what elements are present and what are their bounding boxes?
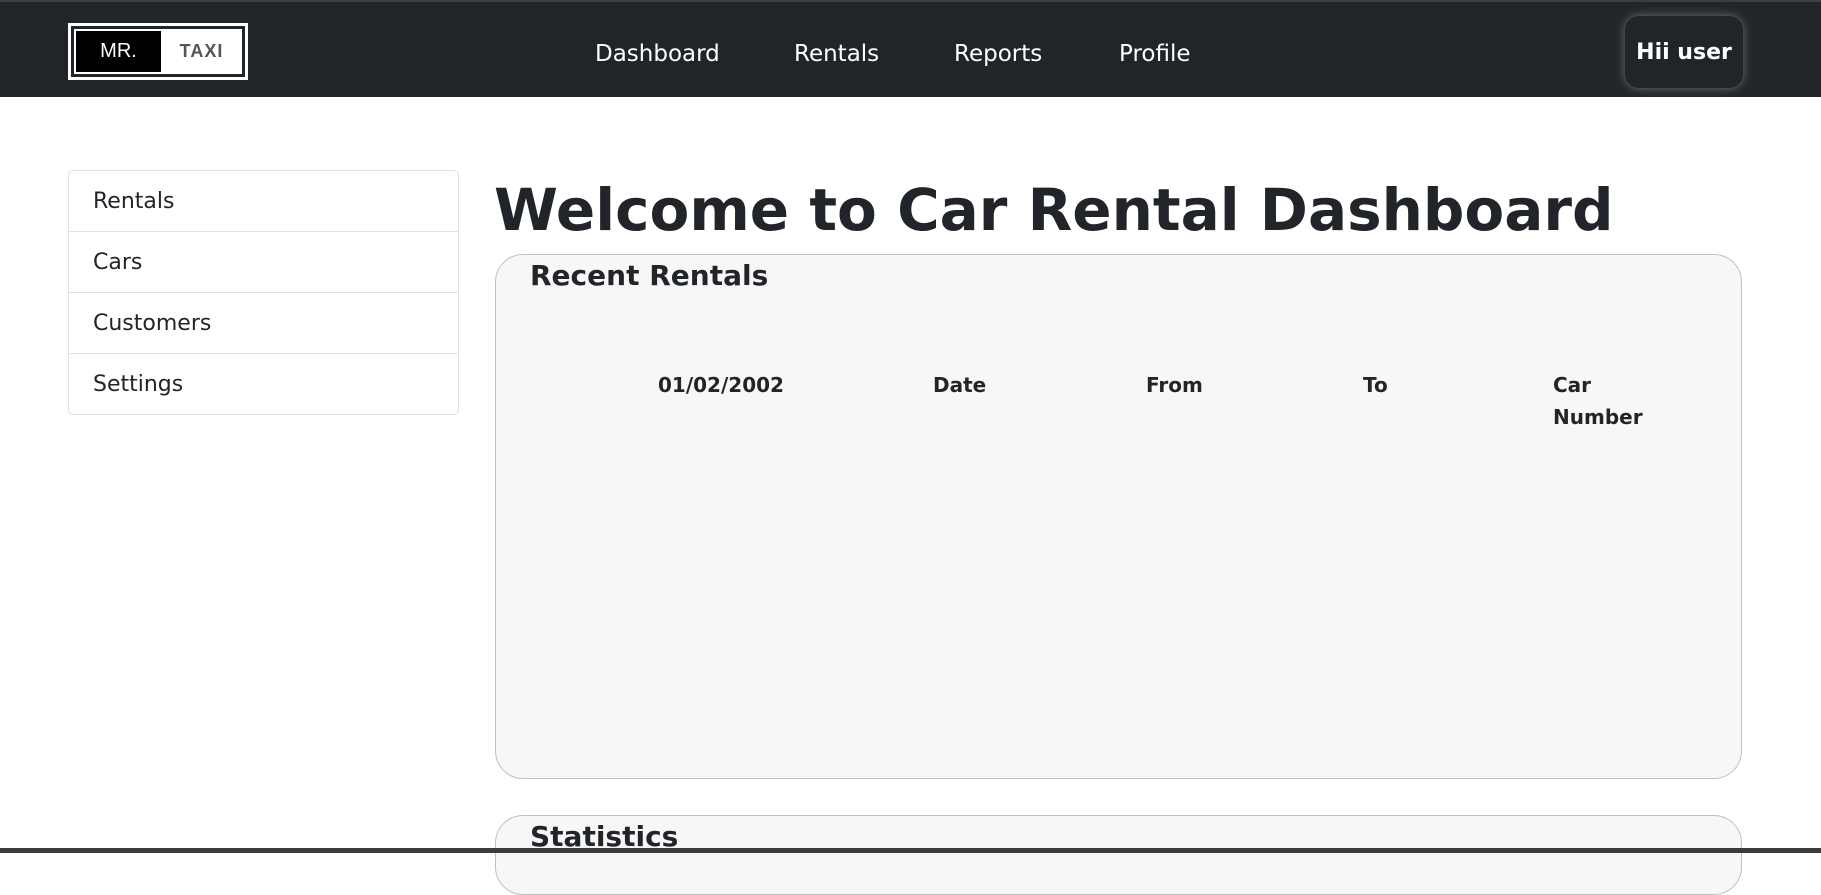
statistics-card: Statistics [495,815,1742,895]
bottom-edge-divider [0,848,1821,853]
column-header-date: Date [933,373,987,397]
page-title: Welcome to Car Rental Dashboard [494,176,1614,244]
recent-rentals-card: Recent Rentals 01/02/2002 Date From To C… [495,254,1742,779]
brand-logo[interactable]: MR. TAXI [68,23,248,80]
logo-frame: MR. TAXI [74,29,242,74]
sidebar-item-rentals[interactable]: Rentals [69,171,458,232]
recent-rentals-title: Recent Rentals [530,259,769,292]
nav-link-rentals[interactable]: Rentals [794,40,879,68]
column-header-car-number: Car Number [1553,373,1643,429]
column-header-to: To [1363,373,1388,397]
nav-link-dashboard[interactable]: Dashboard [595,40,720,68]
top-navbar: MR. TAXI Dashboard Rentals Reports Profi… [0,0,1821,97]
logo-text-taxi: TAXI [179,41,224,61]
logo-text-mr: MR. [76,31,161,72]
column-header: 01/02/2002 [658,373,784,397]
nav-link-reports[interactable]: Reports [954,40,1042,68]
sidebar-menu: Rentals Cars Customers Settings [68,170,459,415]
nav-link-profile[interactable]: Profile [1119,40,1191,68]
sidebar-item-settings[interactable]: Settings [69,354,458,414]
sidebar-item-customers[interactable]: Customers [69,293,458,354]
column-header-from: From [1146,373,1203,397]
user-menu-button[interactable]: Hii user [1625,16,1743,88]
sidebar-item-cars[interactable]: Cars [69,232,458,293]
